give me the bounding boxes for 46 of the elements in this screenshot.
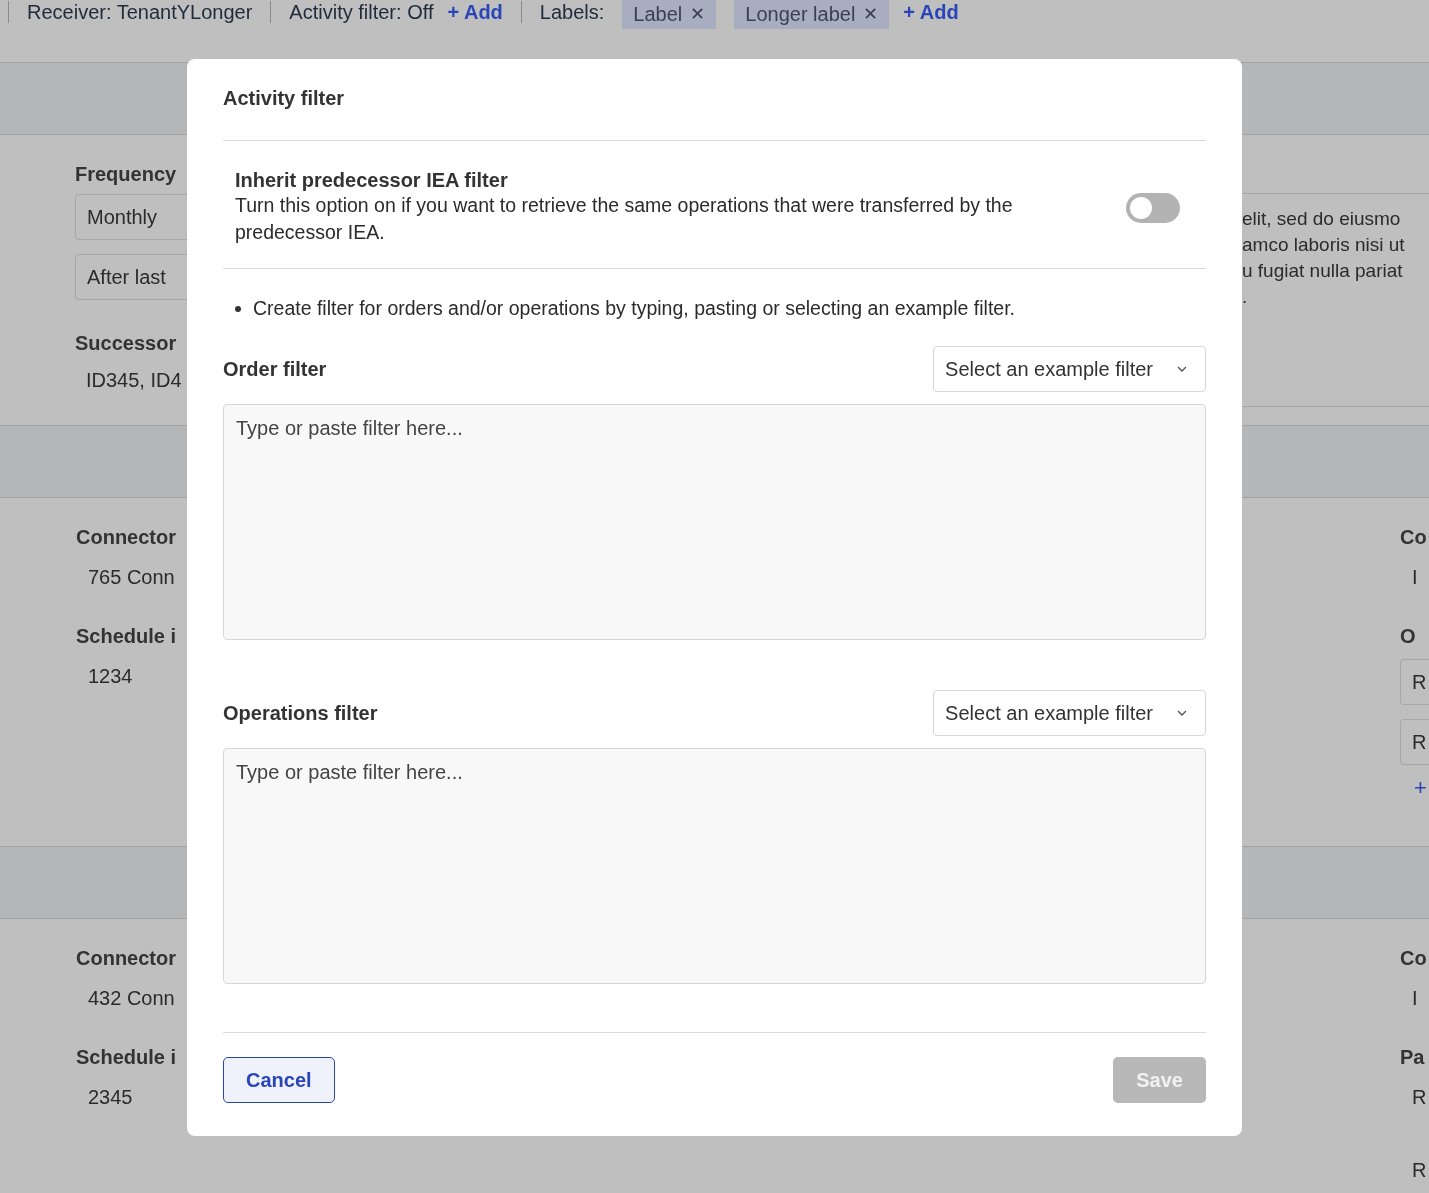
field-heading: Schedule i [76, 625, 178, 649]
receiver-label: Receiver: TenantYLonger [27, 0, 253, 24]
option-description: Turn this option on if you want to retrieve the same operations that were transferred by the predecessor IEA. [235, 193, 1014, 245]
field-value: I [1411, 566, 1419, 589]
field-heading: Pa [1400, 1046, 1426, 1070]
field-heading: Connector [76, 947, 177, 971]
chip-text: Longer label [745, 2, 856, 26]
field-heading: Successor [75, 332, 178, 355]
example-filter-dropdown[interactable]: Select an example filter [933, 346, 1206, 392]
cancel-button[interactable]: Cancel [223, 1057, 335, 1103]
example-filter-dropdown[interactable]: Select an example filter [933, 690, 1206, 736]
field-value: R [1411, 1159, 1427, 1182]
chip-text: Label [633, 2, 683, 26]
activity-filter-label: Activity filter: Off [289, 0, 434, 24]
input-field[interactable]: R [1400, 719, 1429, 765]
field-heading: Co [1400, 947, 1427, 971]
field-heading: Frequency [75, 163, 178, 186]
remove-icon[interactable]: ✕ [690, 3, 706, 25]
input-field[interactable]: R [1400, 659, 1429, 705]
field-heading: Co [1400, 526, 1428, 550]
add-link[interactable]: + [1400, 775, 1429, 801]
field-heading: O [1400, 625, 1417, 649]
bullet-icon [235, 305, 241, 312]
filter-input[interactable]: Type or paste filter here... [223, 404, 1206, 640]
labels-title: Labels: [539, 0, 605, 24]
field-heading: Connector [76, 526, 177, 550]
field-value: R [1411, 1086, 1427, 1109]
remove-icon[interactable]: ✕ [863, 3, 879, 25]
add-link[interactable]: + Add [903, 0, 959, 24]
field-value: 1234 [87, 665, 134, 688]
field-value: I [1411, 987, 1419, 1010]
option-title: Inherit predecessor IEA filter [235, 169, 509, 192]
filter-label: Operations filter [223, 701, 378, 725]
filter-label: Order filter [223, 357, 327, 381]
hint-text: Create filter for orders and/or operations by typing, pasting or selecting an example filter. [253, 297, 1015, 320]
field-value: ID345, ID4 [85, 369, 183, 392]
field-heading: Schedule i [76, 1046, 178, 1070]
add-link[interactable]: + Add [447, 0, 503, 24]
filter-input[interactable]: Type or paste filter here... [223, 748, 1206, 984]
field-value: 432 Conn [87, 987, 176, 1010]
dialog-title: Activity filter [223, 59, 1206, 141]
field-value: 765 Conn [87, 566, 176, 589]
chevron-down-icon [1177, 366, 1187, 372]
toggle-switch[interactable] [1126, 192, 1180, 223]
field-value: 2345 [87, 1086, 134, 1109]
chevron-down-icon [1177, 710, 1187, 716]
